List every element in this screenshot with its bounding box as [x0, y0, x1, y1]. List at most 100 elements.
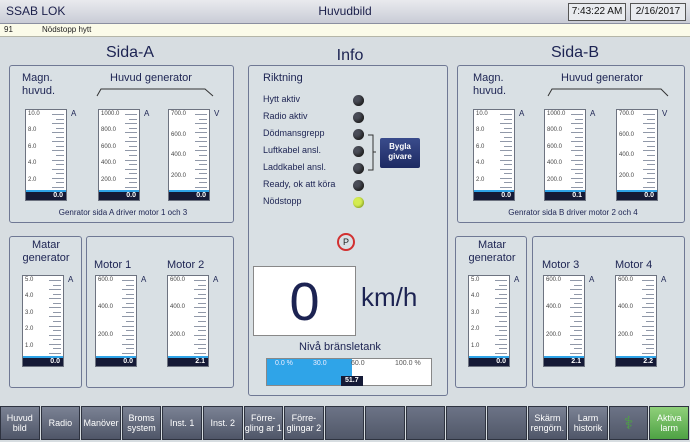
gauge-tick: [570, 325, 582, 327]
nav-button[interactable]: Förre- glingar 2: [284, 406, 324, 440]
side-b-matar-panel: Matar generator 5.0 4.0 3.0 2.0 1.0 0.0 A: [455, 236, 527, 388]
gauge-tick: [194, 280, 206, 281]
nav-button[interactable]: Manöver: [81, 406, 121, 440]
gauge-tick: [194, 334, 206, 336]
nav-button-empty[interactable]: [365, 406, 405, 440]
gauge-tick-label: 4.0: [28, 160, 37, 167]
gauge-tick-label: 2.0: [28, 176, 37, 183]
gauge-value: 0.0: [474, 192, 514, 200]
nav-button-empty[interactable]: [446, 406, 487, 440]
gauge-tick: [195, 150, 207, 152]
status-label: Radio aktiv: [263, 111, 308, 121]
gauge-unit: V: [214, 109, 220, 118]
gen-bracket-b: [547, 88, 669, 97]
gauge-tick: [647, 145, 655, 147]
gauge-tick-label: 4.0: [471, 293, 480, 300]
gauge-tick: [495, 343, 507, 345]
gauge-tick: [646, 339, 654, 341]
gauge-tick: [495, 334, 507, 336]
gauge-tick: [199, 155, 207, 156]
gauge-tick: [195, 168, 207, 170]
gauge-tick: [49, 289, 61, 291]
nav-button[interactable]: Inst. 1: [162, 406, 202, 440]
gauge-tick: [122, 289, 134, 291]
gauge-tick: [195, 114, 207, 115]
gauge-tick: [643, 159, 655, 161]
nav-button-empty[interactable]: [487, 406, 527, 440]
gauge-tick: [646, 293, 654, 295]
gauge-tick: [646, 311, 654, 313]
fuel-tick-3: 100.0 %: [395, 360, 421, 367]
gauge-tick: [574, 302, 582, 304]
gauge-tick: [570, 307, 582, 309]
gauge-tick-label: 600.0: [98, 277, 114, 283]
gauge-tick: [129, 182, 137, 184]
gauge-tick-label: 3.0: [471, 309, 480, 316]
gauge-tick: [500, 123, 512, 125]
magn-label: Magn. huvud.: [22, 72, 56, 97]
gauge-b-gen-voltage: 700.0 600.0 400.0 200.0 0.0: [616, 109, 658, 201]
gauge-tick-label: 1000.0: [547, 111, 566, 117]
gauge-tick: [194, 289, 206, 291]
gauge-tick: [125, 123, 137, 125]
gauge-tick: [53, 284, 61, 286]
status-label: Nödstopp: [263, 196, 302, 206]
gauge-tick: [571, 114, 583, 115]
side-a-matar-panel: Matar generator 5.0 4.0 3.0 2.0 1.0 0.0 A: [9, 236, 82, 388]
nav-button-empty[interactable]: [405, 406, 446, 440]
gauge-unit: A: [68, 275, 74, 284]
alarm-text: Nödstopp hytt: [42, 25, 92, 34]
gauge-tick: [53, 339, 61, 341]
nav-button[interactable]: Broms system: [121, 406, 162, 440]
gauge-unit: A: [514, 275, 520, 284]
gauge-unit: A: [213, 275, 219, 284]
gauge-a-gen-current: 1000.0 800.0 600.0 400.0 200.0 0.0: [98, 109, 140, 201]
gauge-tick: [194, 298, 206, 300]
gauge-tick-label: 600.0: [546, 277, 562, 283]
gauge-tick: [647, 182, 655, 184]
gauge-tick: [495, 352, 507, 354]
nav-button[interactable]: Inst. 2: [202, 406, 243, 440]
nav-button[interactable]: Aktiva larm: [649, 406, 689, 440]
gauge-tick: [122, 325, 134, 327]
gauge-tick: [495, 316, 507, 318]
gauge-tick-label: 400.0: [170, 304, 186, 311]
alarm-code: 91: [4, 25, 13, 34]
gauge-tick: [52, 114, 64, 115]
gauge-tick: [500, 168, 512, 170]
gauge-tick: [571, 141, 583, 143]
bygla-bracket: [368, 134, 376, 171]
gauge-value: 0.0: [99, 192, 139, 200]
gauge-tick: [495, 280, 507, 281]
gauge-tick: [499, 339, 507, 341]
gauge-tick: [122, 298, 134, 300]
gauge-tick-label: 600.0: [619, 131, 635, 138]
nav-button[interactable]: Larm historik: [568, 406, 608, 440]
gauge-tick-label: 10.0: [28, 111, 40, 117]
status-led-off: [353, 163, 364, 174]
nav-button[interactable]: Förre- gling ar 1: [243, 406, 284, 440]
gauge-tick: [504, 127, 512, 129]
gauge-tick: [52, 132, 64, 134]
gauge-motor2: 600.0 400.0 200.0 2.1: [167, 275, 209, 367]
info-panel: Riktning Hytt aktiv Radio aktiv Dödmansgre…: [248, 65, 448, 396]
gauge-tick: [198, 311, 206, 313]
gauge-tick: [199, 164, 207, 166]
gauge-tick: [504, 164, 512, 166]
bygla-givare-button[interactable]: Bygla givare: [380, 138, 420, 168]
alarm-ack-button[interactable]: ⚕: [608, 406, 649, 440]
gauge-tick: [642, 325, 654, 327]
gauge-tick: [647, 173, 655, 175]
gauge-tick: [194, 307, 206, 309]
gauge-tick: [122, 343, 134, 345]
alarm-banner[interactable]: 91 Nödstopp hytt: [0, 24, 690, 37]
nav-button[interactable]: Radio: [40, 406, 81, 440]
gauge-tick: [56, 173, 64, 175]
gauge-tick: [575, 164, 583, 166]
gauge-tick: [198, 348, 206, 350]
nav-button-empty[interactable]: [324, 406, 365, 440]
gauge-tick-label: 400.0: [547, 160, 563, 167]
gauge-tick: [571, 132, 583, 134]
nav-button[interactable]: Skärm rengörn.: [527, 406, 568, 440]
nav-button[interactable]: Huvud bild: [0, 406, 40, 440]
